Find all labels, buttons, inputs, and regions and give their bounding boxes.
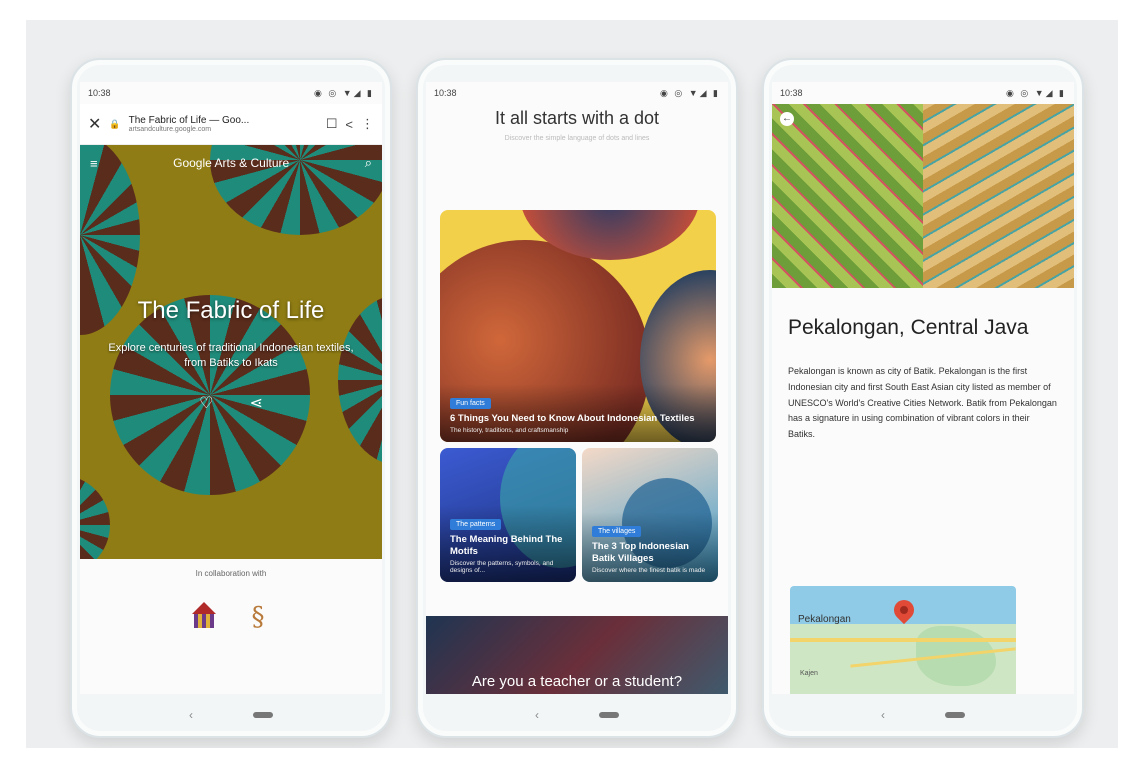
partner-logo-2[interactable]: § — [246, 602, 270, 632]
map-pin-icon[interactable] — [889, 595, 919, 625]
hero-subtitle: Explore centuries of traditional Indones… — [108, 342, 354, 370]
hero-topbar: ≡ Google Arts & Culture ⌕ — [90, 155, 372, 171]
phone-screen: 10:38 ◉ ◎ ▼◢ ▮ ✕ 🔒 The Fabric of Life — … — [80, 82, 382, 694]
nav-home-pill[interactable] — [945, 712, 965, 718]
card-overlay: The villages The 3 Top Indonesian Batik … — [582, 512, 718, 582]
menu-icon[interactable]: ≡ — [90, 156, 98, 171]
story-card-patterns[interactable]: The patterns The Meaning Behind The Moti… — [440, 448, 576, 582]
card-tag: Fun facts — [450, 398, 491, 410]
hero-banner: ≡ Google Arts & Culture ⌕ The Fabric of … — [80, 145, 382, 559]
map-town-label: Kajen — [800, 670, 818, 677]
card-title: The Meaning Behind The Motifs — [450, 534, 563, 558]
nav-home-pill[interactable] — [253, 712, 273, 718]
nav-home-pill[interactable] — [599, 712, 619, 718]
heart-icon[interactable]: ♡ — [199, 393, 213, 413]
browser-url-bar: ✕ 🔒 The Fabric of Life — Goo... artsandc… — [80, 104, 382, 145]
status-time: 10:38 — [434, 88, 457, 98]
nav-back-icon[interactable]: ‹ — [189, 708, 193, 722]
location-map[interactable]: Pekalongan Kajen — [790, 586, 1016, 694]
phone-dot-stories: 10:38 ◉ ◎ ▼◢ ▮ It all starts with a dot … — [416, 58, 738, 738]
back-arrow-icon[interactable]: ← — [780, 112, 794, 126]
share-icon[interactable]: < — [345, 117, 353, 132]
card-overlay: Fun facts 6 Things You Need to Know Abou… — [440, 384, 716, 442]
status-bar: 10:38 ◉ ◎ ▼◢ ▮ — [80, 82, 382, 104]
status-icons: ◉ ◎ ▼◢ ▮ — [314, 87, 374, 98]
batik-header-image: ← — [772, 104, 1074, 288]
nav-back-icon[interactable]: ‹ — [535, 708, 539, 722]
card-title: 6 Things You Need to Know About Indonesi… — [450, 413, 695, 425]
phone-pekalongan: 10:38 ◉ ◎ ▼◢ ▮ ← Pekalongan, Central Jav… — [762, 58, 1084, 738]
android-nav-bar: ‹ — [764, 694, 1082, 736]
teacher-banner[interactable]: Are you a teacher or a student? — [426, 616, 728, 694]
place-title: Pekalongan, Central Java — [788, 316, 1029, 339]
page-title: The Fabric of Life — Goo... — [128, 114, 250, 126]
url-info[interactable]: The Fabric of Life — Goo... artsandcultu… — [129, 115, 318, 134]
card-subtitle: The history, traditions, and craftsmansh… — [450, 427, 569, 434]
card-subtitle: Discover where the finest batik is made — [592, 567, 706, 574]
story-card-large[interactable]: Fun facts 6 Things You Need to Know Abou… — [440, 210, 716, 442]
share-icon[interactable]: ⋖ — [249, 393, 262, 413]
collab-text: In collaboration with — [195, 569, 267, 578]
status-icons: ◉ ◎ ▼◢ ▮ — [1006, 87, 1066, 98]
phone-fabric-of-life: 10:38 ◉ ◎ ▼◢ ▮ ✕ 🔒 The Fabric of Life — … — [70, 58, 392, 738]
nav-back-icon[interactable]: ‹ — [881, 708, 885, 722]
teacher-text: Are you a teacher or a student? — [471, 673, 683, 690]
card-subtitle: Discover the patterns, symbols, and desi… — [450, 560, 554, 574]
phone-screen: 10:38 ◉ ◎ ▼◢ ▮ It all starts with a dot … — [426, 82, 728, 694]
bookmark-icon[interactable]: ☐ — [326, 116, 338, 132]
map-city-label: Pekalongan — [798, 614, 851, 625]
card-overlay: The patterns The Meaning Behind The Moti… — [440, 505, 576, 582]
search-icon[interactable]: ⌕ — [365, 155, 372, 171]
status-time: 10:38 — [88, 88, 111, 98]
section-title: It all starts with a dot — [494, 108, 660, 128]
close-icon[interactable]: ✕ — [88, 114, 101, 134]
lock-icon: 🔒 — [109, 118, 121, 129]
android-nav-bar: ‹ — [418, 694, 736, 736]
phone-screen: 10:38 ◉ ◎ ▼◢ ▮ ← Pekalongan, Central Jav… — [772, 82, 1074, 694]
partner-logos: § — [80, 602, 382, 632]
brand-logo[interactable]: Google Arts & Culture — [173, 156, 289, 170]
status-time: 10:38 — [780, 88, 803, 98]
hero-title: The Fabric of Life — [137, 297, 325, 324]
story-card-villages[interactable]: The villages The 3 Top Indonesian Batik … — [582, 448, 718, 582]
more-icon[interactable]: ⋮ — [361, 116, 374, 132]
partner-logo-1[interactable] — [192, 602, 216, 632]
android-nav-bar: ‹ — [72, 694, 390, 736]
hero-actions: ♡ ⋖ — [80, 393, 382, 413]
section-subtitle: Discover the simple language of dots and… — [504, 135, 650, 142]
place-description: Pekalongan is known as city of Batik. Pe… — [788, 366, 1057, 439]
status-bar: 10:38 ◉ ◎ ▼◢ ▮ — [426, 82, 728, 104]
batik-circle — [80, 475, 110, 559]
card-tag: The villages — [592, 526, 642, 538]
status-icons: ◉ ◎ ▼◢ ▮ — [660, 87, 720, 98]
card-title: The 3 Top Indonesian Batik Villages — [592, 541, 689, 565]
status-bar: 10:38 ◉ ◎ ▼◢ ▮ — [772, 82, 1074, 104]
page-domain: artsandculture.google.com — [128, 125, 212, 133]
card-tag: The patterns — [450, 519, 502, 531]
showcase-stage: 10:38 ◉ ◎ ▼◢ ▮ ✕ 🔒 The Fabric of Life — … — [26, 20, 1118, 748]
